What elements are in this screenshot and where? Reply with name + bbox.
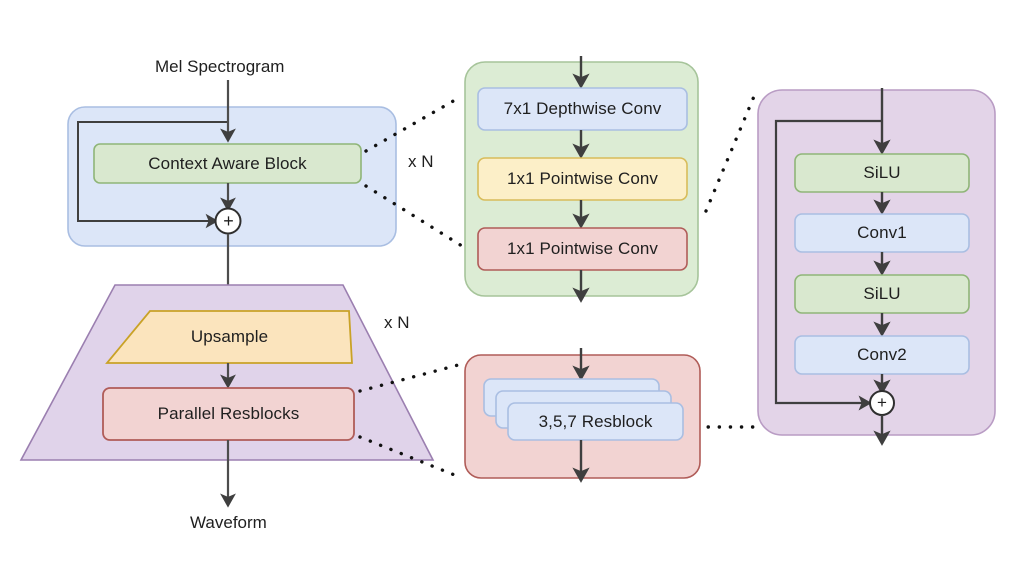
resblock-internal-panel (757, 89, 996, 436)
pointwise-conv-1-box[interactable] (477, 157, 688, 201)
connector-conv-to-resblock (704, 92, 757, 213)
add-node-resblock (869, 390, 895, 416)
silu-1-box[interactable] (794, 153, 970, 193)
conv1-box[interactable] (794, 213, 970, 253)
silu-2-box[interactable] (794, 274, 970, 314)
output-label: Waveform (190, 513, 267, 532)
depthwise-conv-box[interactable] (477, 87, 688, 131)
resblock-stack-front[interactable] (507, 402, 684, 441)
context-aware-block-box[interactable] (93, 143, 362, 184)
input-label: Mel Spectrogram (155, 57, 285, 76)
conv2-box[interactable] (794, 335, 970, 375)
repeat-label-context: x N (408, 152, 434, 171)
parallel-resblocks-box[interactable] (102, 387, 355, 441)
repeat-label-upsample: x N (384, 313, 410, 332)
add-node-context (214, 207, 242, 235)
upsample-trapezoid[interactable] (105, 310, 353, 364)
pointwise-conv-2-box[interactable] (477, 227, 688, 271)
diagram-shapes (19, 56, 996, 508)
diagram-canvas: Mel Spectrogram Waveform x N x N + + Con… (0, 0, 1024, 567)
